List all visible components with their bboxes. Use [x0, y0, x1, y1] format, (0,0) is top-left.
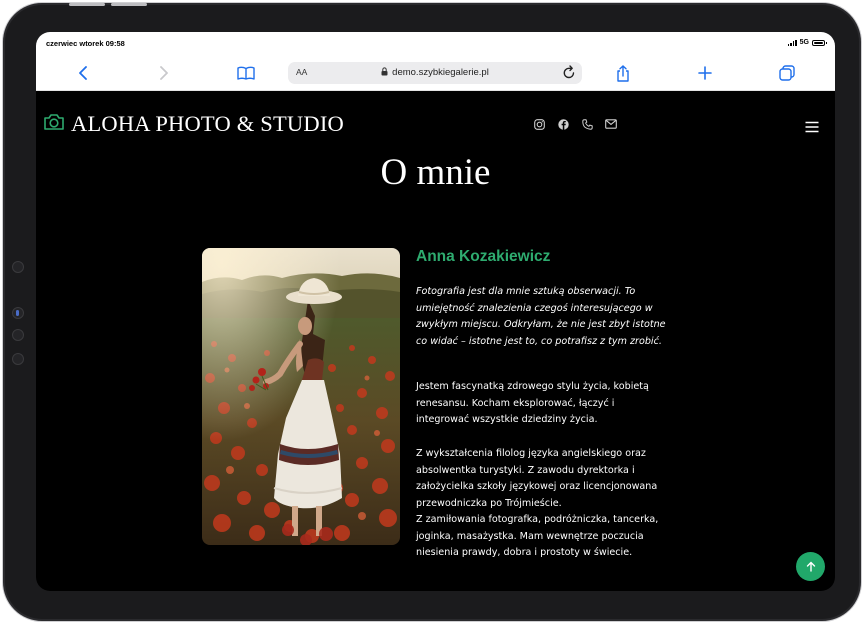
screen: czerwiec wtorek 09:58 5G AA demo.szybkie… — [36, 32, 835, 591]
status-time: czerwiec wtorek 09:58 — [46, 39, 125, 48]
url-text: demo.szybkiegalerie.pl — [392, 67, 489, 78]
bio-name: Anna Kozakiewicz — [416, 248, 551, 265]
reload-icon[interactable] — [562, 65, 576, 84]
bio-quote: Fotografia jest dla mnie sztuką obserwac… — [416, 284, 666, 350]
bio-quote-line: Fotografia jest dla mnie sztuką obserwac… — [416, 286, 636, 297]
bio-text-line: Z zamiłowania fotografka, podróżniczka, … — [416, 514, 659, 525]
bio-text-line: integrować wszystkie dziedziny życia. — [416, 414, 598, 425]
battery-icon — [812, 39, 827, 46]
back-icon[interactable] — [74, 64, 92, 82]
share-icon[interactable] — [614, 64, 632, 82]
arrow-up-icon — [806, 557, 816, 576]
brand-link[interactable]: ALOHA PHOTO & STUDIO — [43, 111, 344, 137]
bio-text-line: niesienia prawdy, dobra i prostoty w świ… — [416, 547, 633, 558]
new-tab-icon[interactable] — [696, 64, 714, 82]
lock-icon — [381, 67, 388, 79]
profile-photo — [202, 248, 400, 545]
brand-name: ALOHA PHOTO & STUDIO — [71, 111, 344, 136]
browser-toolbar: AA demo.szybkiegalerie.pl — [36, 54, 835, 91]
bookmarks-icon[interactable] — [237, 64, 255, 82]
facebook-icon[interactable] — [557, 118, 569, 130]
bio-paragraph-lifestyle: Jestem fascynatką zdrowego stylu życia, … — [416, 379, 649, 429]
bio-text-line: Z wykształcenia filolog języka angielski… — [416, 448, 646, 459]
status-indicators: 5G — [787, 39, 827, 46]
bio-text-line: przewodniczka po Trójmieście. — [416, 497, 562, 509]
volume-button — [111, 3, 147, 6]
bio-text-line: Jestem fascynatką zdrowego stylu życia, … — [416, 381, 649, 392]
network-label: 5G — [799, 39, 809, 46]
social-links — [533, 118, 617, 130]
site-header: ALOHA PHOTO & STUDIO — [36, 91, 835, 141]
bio-quote-line: umiejętność znalezienia czegoś interesuj… — [416, 302, 653, 314]
signal-icon — [787, 39, 797, 46]
tabs-icon[interactable] — [778, 64, 796, 82]
bio-text-line: joginka, masażystka. Mam wewnętrze poczu… — [416, 530, 644, 542]
bio-paragraph-education: Z wykształcenia filolog języka angielski… — [416, 446, 658, 562]
status-bar: czerwiec wtorek 09:58 5G — [36, 32, 835, 54]
camera-icon — [43, 113, 65, 135]
instagram-icon[interactable] — [533, 118, 545, 130]
bio-quote-line: co widać – istotne jest to, co potrafisz… — [416, 335, 662, 347]
volume-button — [69, 3, 105, 6]
side-button — [12, 261, 24, 273]
bio-text-line: renesansu. Kocham eksplorować, łączyć i — [416, 397, 615, 409]
forward-icon[interactable] — [155, 64, 173, 82]
bio-text-line: absolwentka turystyki. Z zawodu dyrektor… — [416, 464, 635, 476]
side-button — [12, 353, 24, 365]
phone-icon[interactable] — [581, 118, 593, 130]
hamburger-menu-icon[interactable] — [805, 118, 819, 137]
mail-icon[interactable] — [605, 118, 617, 130]
address-bar[interactable]: AA demo.szybkiegalerie.pl — [288, 62, 582, 84]
side-button — [12, 329, 24, 341]
url-display[interactable]: demo.szybkiegalerie.pl — [288, 67, 582, 79]
page-title: O mnie — [380, 152, 491, 193]
bio-quote-line: zwykłym miejscu. Odkryłam, że nie jest z… — [416, 319, 666, 330]
camera-indicator — [16, 310, 19, 316]
bio-text-line: założycielka szkoły językowej oraz licen… — [416, 481, 658, 492]
scroll-to-top-button[interactable] — [796, 552, 825, 581]
